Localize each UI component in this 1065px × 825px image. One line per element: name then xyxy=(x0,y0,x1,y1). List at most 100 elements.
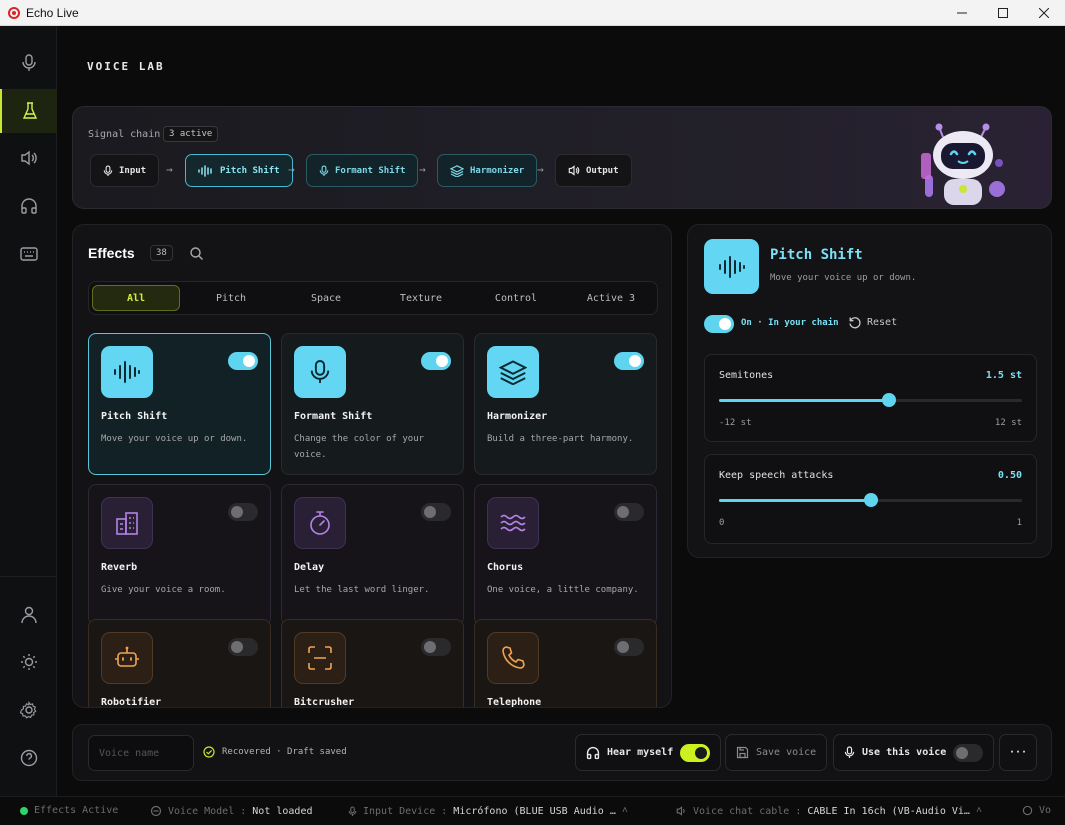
check-circle-icon xyxy=(203,746,215,758)
chevron-up-icon: ˄ xyxy=(975,805,982,816)
speech-attacks-slider[interactable] xyxy=(719,493,1022,507)
voice-chat-cable-status[interactable]: Voice chat cable : CABLE In 16ch (VB-Aud… xyxy=(676,805,982,817)
main-content: VOICE LAB Signal chain 3 active Input → … xyxy=(57,26,1065,796)
chain-node-output[interactable]: Output xyxy=(555,154,632,187)
info-icon xyxy=(1022,805,1033,816)
maximize-button[interactable] xyxy=(980,0,1026,26)
effect-icon-box xyxy=(101,497,153,549)
tab-control[interactable]: Control xyxy=(472,285,560,311)
tab-all[interactable]: All xyxy=(92,285,180,311)
speaker-icon xyxy=(568,165,580,176)
waveform-icon xyxy=(718,255,745,278)
voice-chat-cable-value: CABLE In 16ch (VB-Audio Vi… xyxy=(807,805,970,817)
tab-pitch[interactable]: Pitch xyxy=(187,285,275,311)
effect-card-reverb[interactable]: Reverb Give your voice a room. xyxy=(88,484,271,626)
effect-card-delay[interactable]: Delay Let the last word linger. xyxy=(281,484,464,626)
effect-description: Give your voice a room. xyxy=(101,585,226,595)
hear-myself-switch[interactable] xyxy=(680,743,711,762)
param-semitones: Semitones 1.5 st -12 st 12 st xyxy=(704,354,1037,442)
save-icon xyxy=(736,746,749,759)
bot-icon xyxy=(115,646,139,667)
hear-myself-toggle[interactable]: Hear myself xyxy=(575,734,722,771)
effects-count-badge: 38 xyxy=(150,245,173,261)
extra-status-label: Vo xyxy=(1039,805,1052,816)
effect-toggle[interactable] xyxy=(421,352,451,370)
effect-card-chorus[interactable]: Chorus One voice, a little company. xyxy=(474,484,657,626)
nav-keyboard[interactable] xyxy=(0,232,57,276)
use-this-voice-toggle[interactable]: Use this voice xyxy=(833,734,995,771)
chain-node-formant-shift[interactable]: Formant Shift xyxy=(306,154,419,187)
effect-icon-box xyxy=(101,632,153,684)
chain-node-pitch-shift[interactable]: Pitch Shift xyxy=(185,154,293,187)
reset-button[interactable]: Reset xyxy=(848,316,897,329)
effect-card-robotifier[interactable]: Robotifier xyxy=(88,619,271,708)
effect-toggle[interactable] xyxy=(614,352,644,370)
effect-title: Harmonizer xyxy=(487,411,548,422)
nav-help[interactable] xyxy=(0,736,57,780)
param-min-label: 0 xyxy=(719,518,725,528)
effects-search-button[interactable] xyxy=(190,245,203,264)
microphone-icon xyxy=(103,164,113,176)
voice-model-status[interactable]: Voice Model : Not loaded xyxy=(150,805,313,817)
nav-profile[interactable] xyxy=(0,593,57,637)
close-button[interactable] xyxy=(1021,0,1065,26)
more-options-button[interactable]: ··· xyxy=(999,734,1037,771)
nav-microphone[interactable] xyxy=(0,41,57,85)
chain-node-harmonizer[interactable]: Harmonizer xyxy=(437,154,538,187)
tab-texture[interactable]: Texture xyxy=(377,285,465,311)
building-icon xyxy=(116,512,138,535)
semitones-slider[interactable] xyxy=(719,393,1022,407)
effect-toggle[interactable] xyxy=(614,638,644,656)
effect-toggle[interactable] xyxy=(228,503,258,521)
search-icon xyxy=(190,247,203,260)
chain-node-input[interactable]: Input xyxy=(90,154,160,187)
effect-toggle[interactable] xyxy=(614,503,644,521)
effects-panel: Effects 38 All Pitch Space Texture Contr… xyxy=(72,224,672,708)
input-device-label: Input Device : xyxy=(363,805,448,817)
effect-icon-box xyxy=(487,497,539,549)
extra-status[interactable]: Vo xyxy=(1022,805,1051,816)
nav-speaker[interactable] xyxy=(0,136,57,180)
input-device-value: Micrófono (BLUE USB Audio … xyxy=(453,805,616,817)
tab-space[interactable]: Space xyxy=(282,285,370,311)
arrow-right-icon: → xyxy=(537,163,544,176)
effect-card-bitcrusher[interactable]: Bitcrusher xyxy=(281,619,464,708)
effect-toggle[interactable] xyxy=(421,638,451,656)
nav-headphones[interactable] xyxy=(0,184,57,228)
effect-icon-box xyxy=(487,632,539,684)
effect-toggle[interactable] xyxy=(228,638,258,656)
nav-theme[interactable] xyxy=(0,640,57,684)
flask-icon xyxy=(22,102,37,119)
effect-title: Bitcrusher xyxy=(294,697,355,708)
robot-mascot-illustration xyxy=(921,123,1005,205)
effects-active-label: Effects Active xyxy=(34,805,119,816)
voice-name-input[interactable] xyxy=(88,735,194,771)
input-device-status[interactable]: Input Device : Micrófono (BLUE USB Audio… xyxy=(348,805,628,817)
model-icon xyxy=(150,805,162,817)
microphone-icon xyxy=(844,746,855,758)
detail-title: Pitch Shift xyxy=(770,247,863,263)
effect-card-formant-shift[interactable]: Formant Shift Change the color of your v… xyxy=(281,333,464,475)
effect-toggle[interactable] xyxy=(228,352,258,370)
effects-filter-tabs: All Pitch Space Texture Control Active 3 xyxy=(88,281,658,315)
effect-toggle[interactable] xyxy=(421,503,451,521)
detail-enable-toggle[interactable] xyxy=(704,315,734,333)
slider-knob[interactable] xyxy=(863,493,878,507)
speaker-icon xyxy=(676,806,685,816)
tab-active[interactable]: Active 3 xyxy=(567,285,655,311)
effect-title: Robotifier xyxy=(101,697,162,708)
effect-icon-box xyxy=(101,346,153,398)
save-voice-button[interactable]: Save voice xyxy=(725,734,828,771)
more-icon: ··· xyxy=(1008,747,1028,758)
reset-label: Reset xyxy=(867,317,898,328)
chevron-up-icon: ˄ xyxy=(621,805,628,816)
use-this-voice-switch[interactable] xyxy=(953,743,984,762)
nav-voice-lab[interactable] xyxy=(0,89,57,133)
effect-card-telephone[interactable]: Telephone xyxy=(474,619,657,707)
slider-knob[interactable] xyxy=(882,393,897,407)
param-value: 0.50 xyxy=(997,470,1022,481)
effect-card-pitch-shift[interactable]: Pitch Shift Move your voice up or down. xyxy=(88,333,271,475)
effect-card-harmonizer[interactable]: Harmonizer Build a three-part harmony. xyxy=(474,333,657,475)
nav-settings[interactable] xyxy=(0,688,57,732)
minimize-button[interactable] xyxy=(939,0,985,26)
